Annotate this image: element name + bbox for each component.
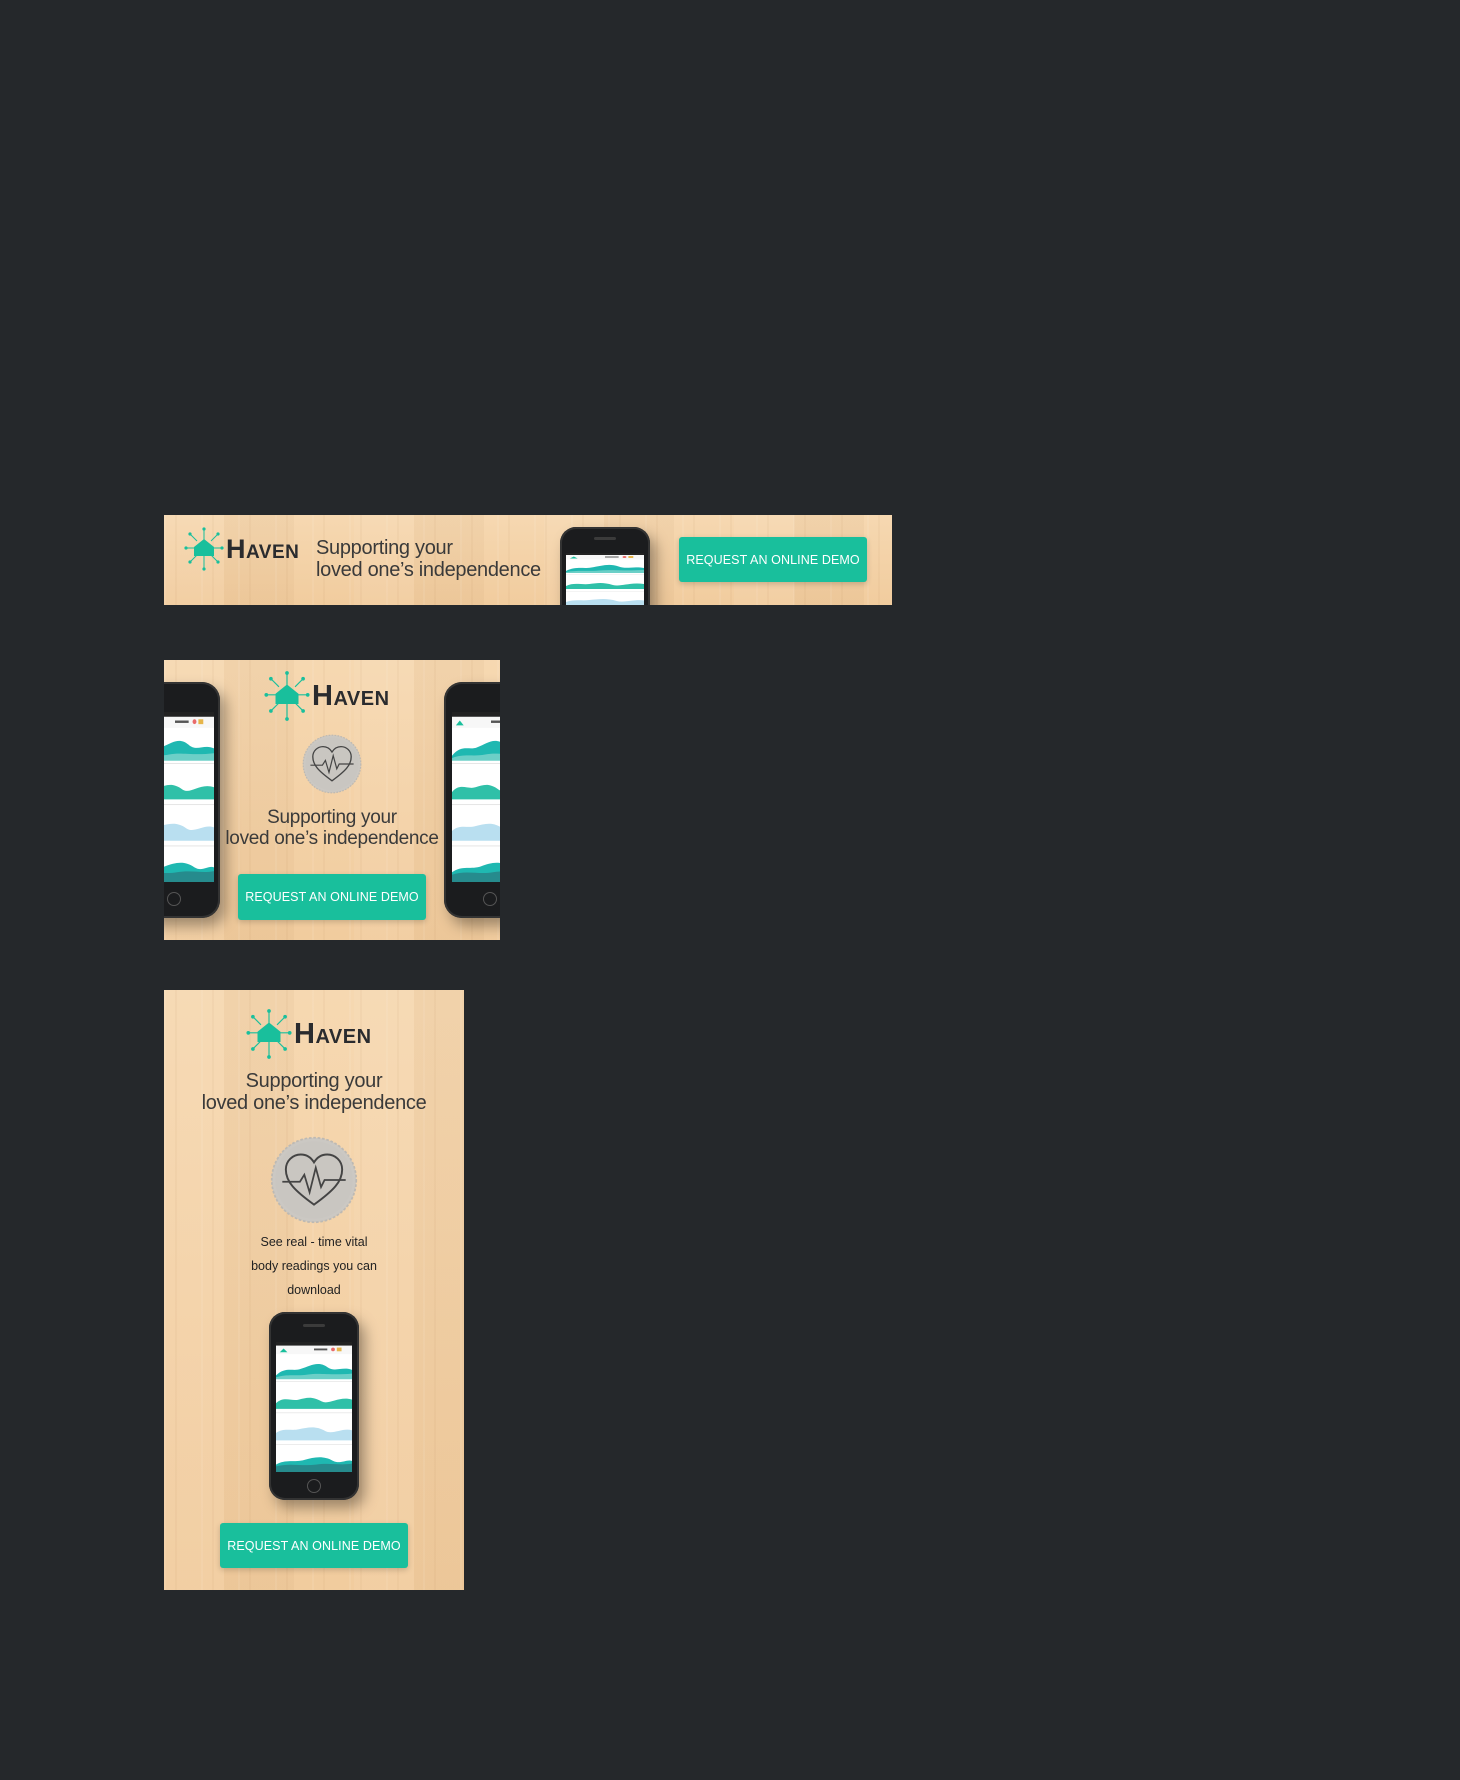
phone-mockup	[560, 527, 650, 605]
brand-wordmark: Haven	[294, 1017, 372, 1050]
phone-home-button	[307, 1479, 321, 1493]
tagline-line-2: loved one’s independence	[225, 827, 439, 849]
haven-logo-icon	[246, 1008, 292, 1060]
tagline-line-1: Supporting your	[245, 1070, 383, 1092]
brand-wordmark: Haven	[312, 679, 390, 712]
heart-pulse-icon	[270, 1136, 358, 1224]
tagline-line-2: loved one’s independence	[316, 559, 541, 581]
rectangle-ad: Haven Supporting your loved one’s indepe…	[164, 660, 500, 940]
heart-pulse-icon	[302, 734, 362, 794]
leaderboard-ad: Haven Supporting your loved one’s indepe…	[164, 515, 892, 605]
phone-screen-chart	[276, 1342, 352, 1472]
brand-wordmark: Haven	[226, 533, 300, 564]
phone-screen-right	[452, 712, 500, 882]
phone-mockup	[269, 1312, 359, 1500]
tagline-line-2: loved one’s independence	[201, 1092, 427, 1114]
phone-home-button	[167, 892, 181, 906]
phone-speaker	[594, 537, 616, 540]
phone-mockup-left	[164, 682, 220, 918]
vital-text-line-2: body readings you can	[251, 1259, 377, 1273]
request-demo-button[interactable]: REQUEST AN ONLINE DEMO	[220, 1523, 408, 1568]
tagline: Supporting your loved one’s independence	[164, 807, 500, 850]
haven-logo: Haven	[264, 670, 390, 722]
phone-screen	[276, 1342, 352, 1472]
phone-screen-chart	[164, 712, 214, 882]
phone-screen	[566, 553, 644, 605]
request-demo-button[interactable]: REQUEST AN ONLINE DEMO	[679, 537, 867, 582]
phone-screen-chart	[566, 553, 644, 605]
phone-screen-chart	[452, 712, 500, 882]
vital-text-line-1: See real - time vital	[260, 1235, 368, 1249]
tagline-line-1: Supporting your	[267, 807, 397, 828]
haven-logo-icon	[264, 670, 310, 722]
vital-text-line-3: download	[287, 1283, 341, 1297]
request-demo-button[interactable]: REQUEST AN ONLINE DEMO	[238, 874, 426, 920]
tagline: Supporting your loved one’s independence	[164, 1070, 464, 1114]
skyscraper-ad: Haven Supporting your loved one’s indepe…	[164, 990, 464, 1590]
phone-mockup-right	[444, 682, 500, 918]
haven-logo: Haven	[184, 527, 299, 571]
phone-screen-left	[164, 712, 214, 882]
phone-home-button	[483, 892, 497, 906]
haven-logo: Haven	[246, 1008, 372, 1060]
tagline-line-1: Supporting your	[316, 537, 453, 559]
tagline: Supporting your loved one’s independence	[316, 537, 541, 581]
vital-readings-text: See real - time vital body readings you …	[164, 1230, 464, 1302]
phone-speaker	[303, 1324, 325, 1327]
haven-logo-icon	[184, 527, 224, 571]
